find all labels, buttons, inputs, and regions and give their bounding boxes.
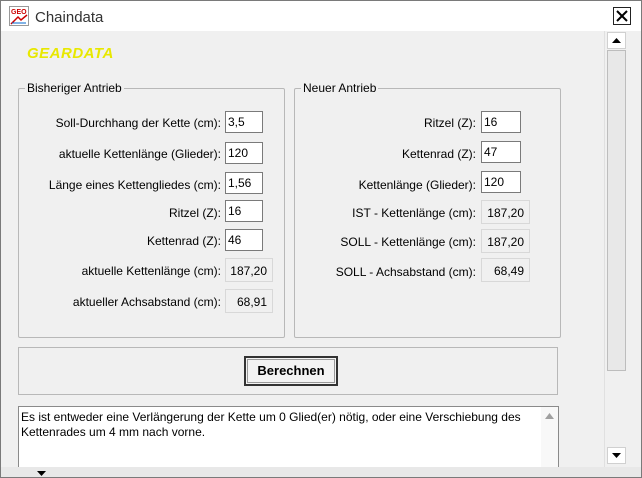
value-soll-achsabstand: 68,49	[481, 258, 530, 282]
label-soll-kettenlaenge: SOLL - Kettenlänge (cm):	[340, 235, 476, 249]
geo-app-icon: GEO	[9, 6, 29, 26]
button-panel: Berechnen	[18, 347, 558, 395]
scroll-down-button[interactable]	[607, 447, 626, 464]
input-kettenrad-alt[interactable]: 46	[225, 229, 263, 251]
label-ritzel-alt: Ritzel (Z):	[169, 206, 221, 220]
label-kettenrad-neu: Kettenrad (Z):	[401, 147, 476, 161]
label-kettenglied-laenge: Länge eines Kettengliedes (cm):	[48, 178, 221, 192]
label-soll-achsabstand: SOLL - Achsabstand (cm):	[335, 265, 476, 279]
close-icon	[616, 10, 628, 22]
label-ist-kettenlaenge: IST - Kettenlänge (cm):	[352, 206, 476, 220]
label-kettenlaenge-neu: Kettenlänge (Glieder):	[358, 178, 476, 192]
input-kettenlaenge-glieder[interactable]: 120	[225, 142, 263, 164]
dropdown-arrow-icon	[37, 471, 46, 476]
input-ritzel-alt[interactable]: 16	[225, 200, 263, 222]
svg-text:GEO: GEO	[11, 9, 27, 16]
close-button[interactable]	[613, 7, 631, 25]
label-aktueller-achsabstand: aktueller Achsabstand (cm):	[72, 295, 221, 309]
label-aktuelle-kettenlaenge-cm: aktuelle Kettenlänge (cm):	[81, 264, 221, 278]
scroll-up-icon	[612, 38, 621, 43]
input-soll-durchhang[interactable]: 3,5	[225, 111, 263, 133]
berechnen-button[interactable]: Berechnen	[244, 356, 338, 386]
result-message-box[interactable]: Es ist entweder eine Verlängerung der Ke…	[18, 406, 559, 468]
scroll-up-icon	[545, 413, 554, 419]
input-kettenlaenge-neu[interactable]: 120	[481, 171, 521, 193]
value-aktueller-achsabstand: 68,91	[225, 289, 273, 313]
message-scrollbar[interactable]	[541, 407, 558, 467]
scroll-up-button[interactable]	[607, 32, 626, 49]
chaindata-window: GEO Chaindata GEARDATA Bisheriger Antrie…	[0, 0, 642, 478]
label-kettenrad-alt: Kettenrad (Z):	[146, 234, 221, 248]
title-bar: GEO Chaindata	[1, 1, 641, 31]
scroll-down-icon	[612, 453, 621, 458]
window-scrollbar[interactable]	[604, 31, 628, 467]
group-legend: Neuer Antrieb	[303, 81, 377, 95]
value-ist-kettenlaenge: 187,20	[481, 200, 530, 224]
label-ritzel-neu: Ritzel (Z):	[424, 116, 476, 130]
label-kettenlaenge-glieder: aktuelle Kettenlänge (Glieder):	[58, 147, 221, 161]
group-legend: Bisheriger Antrieb	[27, 81, 122, 95]
value-aktuelle-kettenlaenge-cm: 187,20	[225, 258, 273, 282]
input-kettenrad-neu[interactable]: 47	[481, 141, 521, 163]
label-soll-durchhang: Soll-Durchhang der Kette (cm):	[55, 116, 221, 130]
window-title: Chaindata	[35, 9, 104, 26]
geardata-logo: GEARDATA	[27, 45, 114, 62]
value-soll-kettenlaenge: 187,20	[481, 229, 530, 253]
input-kettenglied-laenge[interactable]: 1,56	[225, 172, 263, 194]
input-ritzel-neu[interactable]: 16	[481, 111, 521, 133]
scroll-thumb[interactable]	[607, 50, 626, 371]
result-message-text: Es ist entweder eine Verlängerung der Ke…	[21, 410, 521, 439]
bottom-strip	[1, 467, 641, 477]
